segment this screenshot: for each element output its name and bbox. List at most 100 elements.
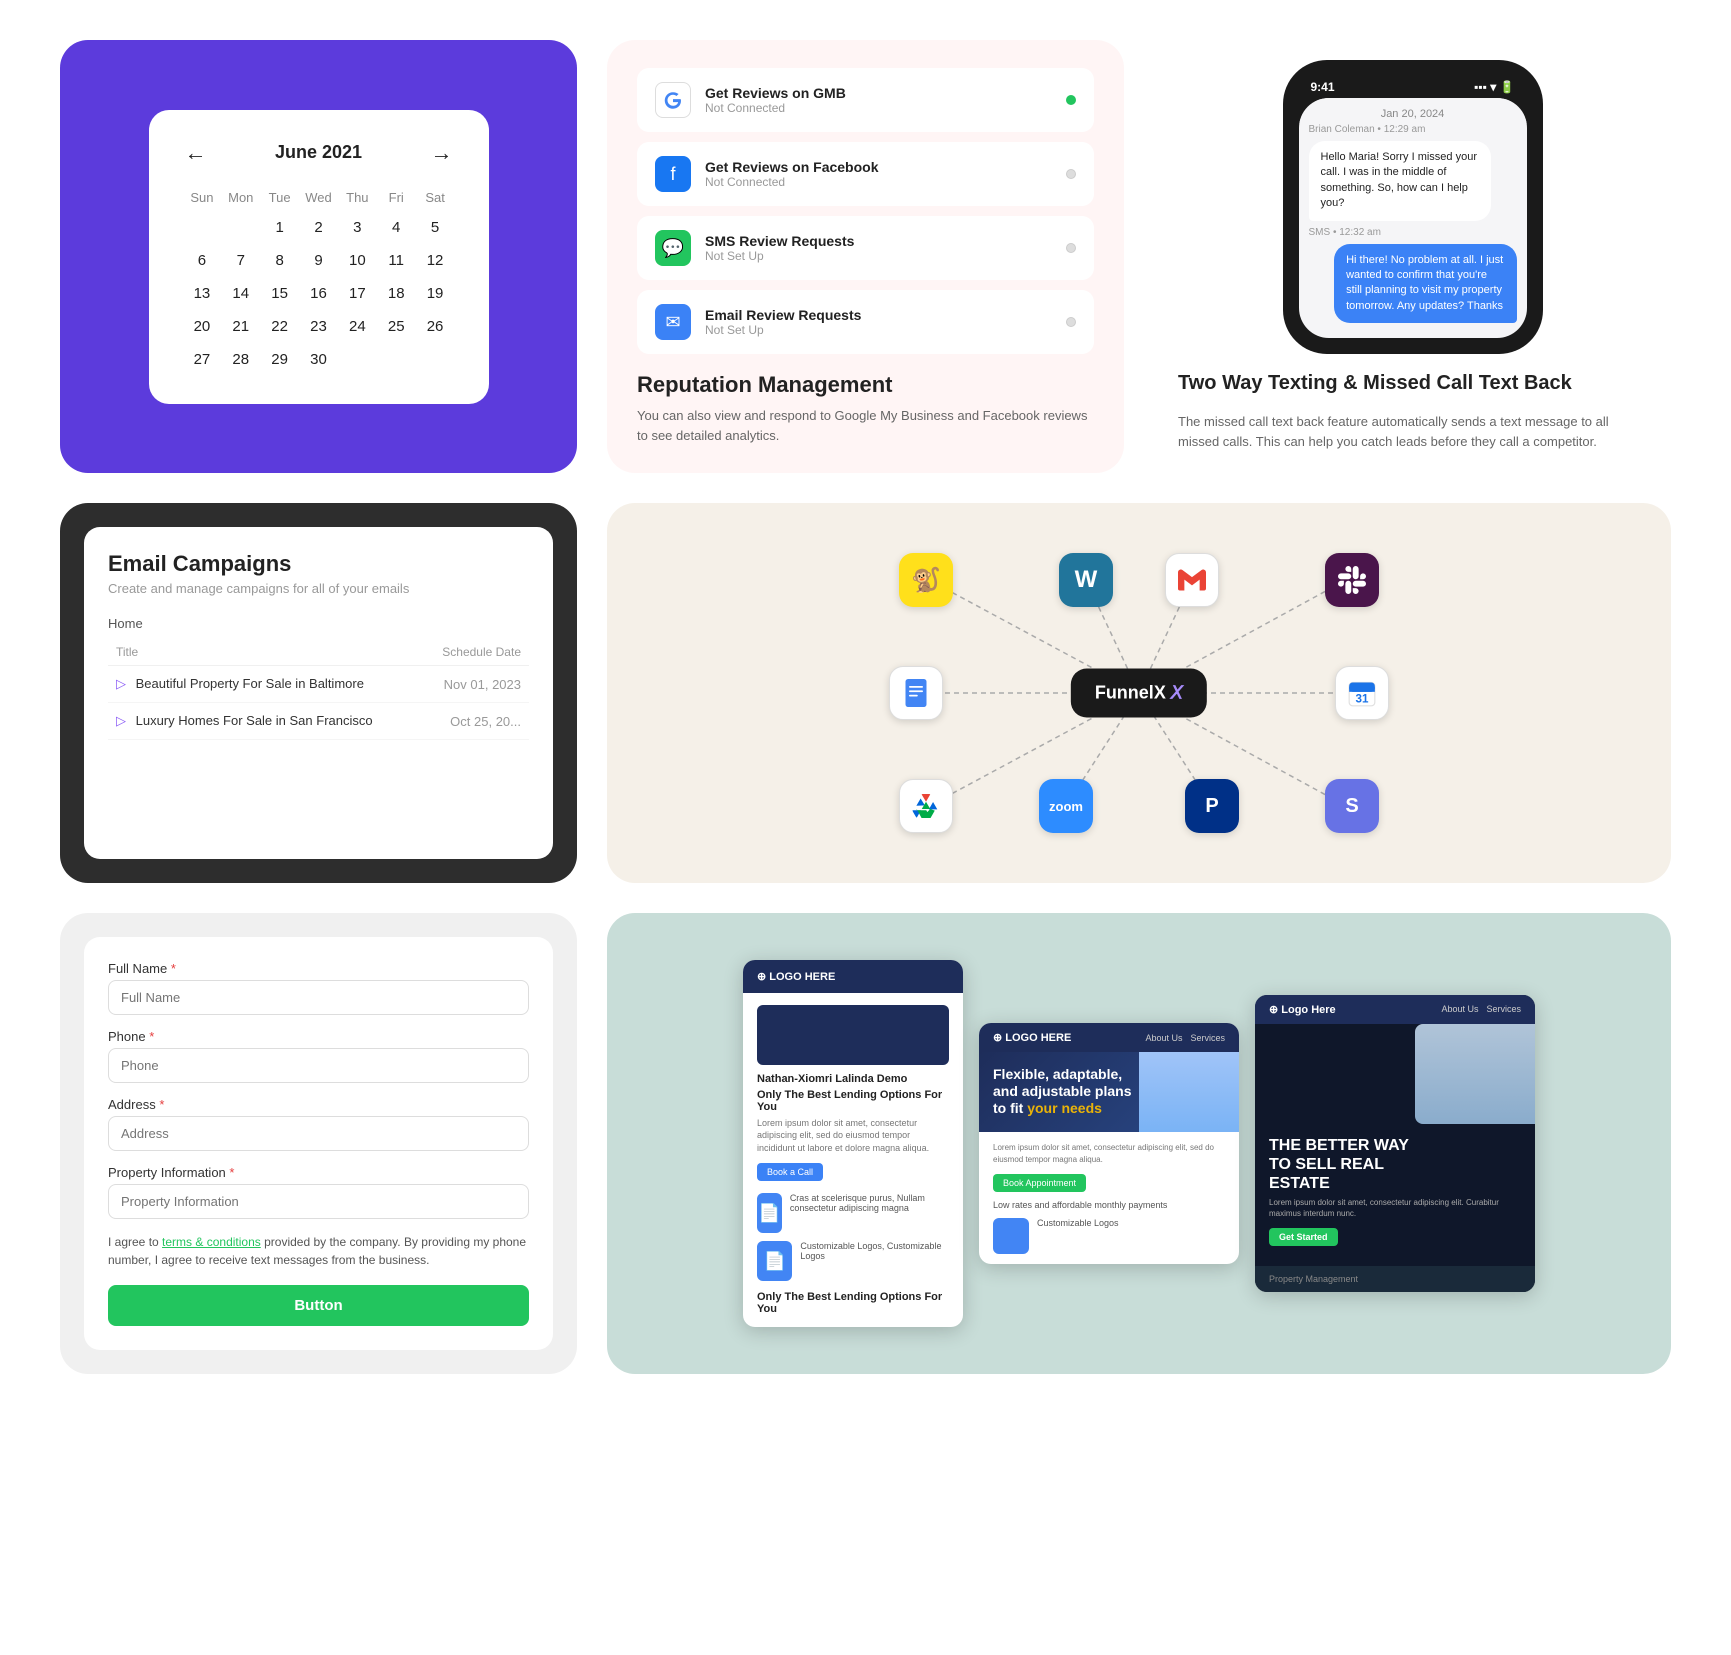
rep-item-email[interactable]: ✉ Email Review Requests Not Set Up [637,290,1094,354]
terms-link[interactable]: terms & conditions [162,1235,261,1249]
calendar-day[interactable]: 19 [418,279,453,308]
calendar-day[interactable]: 13 [185,279,220,308]
lp3-badge[interactable]: Get Started [1269,1228,1338,1246]
address-label: Address * [108,1097,529,1112]
lp3-nav: About Us Services [1441,1004,1521,1014]
campaign-send-icon2: ▷ [116,713,126,728]
lp1-header: ⊕ LOGO HERE [743,960,963,993]
phone-mockup: 9:41 ▪▪▪ ▾ 🔋 Jan 20, 2024 Brian Coleman … [1283,60,1543,354]
rep-item-facebook[interactable]: f Get Reviews on Facebook Not Connected [637,142,1094,206]
chat-sender: Brian Coleman • 12:29 am [1309,124,1517,135]
lp2-hero: Flexible, adaptable, and adjustable plan… [979,1052,1239,1132]
prev-month-button[interactable]: ← [185,140,207,166]
lead-form-card: Full Name * Phone * Address * Property I… [60,913,577,1374]
campaign-send-icon: ▷ [116,676,126,691]
chat-message-outgoing: Hi there! No problem at all. I just want… [1334,244,1516,324]
calendar-day[interactable]: 24 [340,312,375,341]
calendar-day[interactable]: 20 [185,312,220,341]
calendar-day[interactable]: 16 [301,279,336,308]
campaign-date-cell: Nov 01, 2023 [420,666,529,703]
calendar-day[interactable]: 11 [379,246,414,275]
calendar-day[interactable]: 27 [185,345,220,374]
lp1-cta-button[interactable]: Book a Call [757,1163,823,1181]
calendar-day[interactable]: 8 [262,246,297,275]
calendar-day[interactable]: 2 [301,213,336,242]
google-icon [655,82,691,118]
table-row[interactable]: ▷ Beautiful Property For Sale in Baltimo… [108,666,529,703]
calendar-header: ← June 2021 → [185,140,453,166]
required-marker: * [171,961,176,976]
status-dot-not-setup [1066,243,1076,253]
funnelx-icon: 𝘟 [1171,683,1183,703]
address-field: Address * [108,1097,529,1151]
calendar-day[interactable]: 17 [340,279,375,308]
reputation-description: You can also view and respond to Google … [637,406,1094,445]
calendar-day[interactable]: 25 [379,312,414,341]
lp1-feature-text2: Customizable Logos, Customizable Logos [800,1241,949,1281]
next-month-button[interactable]: → [431,140,453,166]
lp3-hero-image [1415,1024,1535,1124]
paypal-icon: P [1185,779,1239,833]
form-submit-button[interactable]: Button [108,1285,529,1326]
lp1-logo: ⊕ LOGO HERE [757,970,949,983]
form-agreement-text: I agree to terms & conditions provided b… [108,1233,529,1269]
calendar-day[interactable]: 29 [262,345,297,374]
day-header-sat: Sat [418,186,453,209]
rep-item-title: Get Reviews on Facebook [705,159,1052,175]
calendar-day[interactable]: 22 [262,312,297,341]
lp2-cta-button[interactable]: Book Appointment [993,1174,1086,1192]
calendar-day[interactable]: 21 [223,312,258,341]
calendar-day[interactable]: 28 [223,345,258,374]
lp1-feature-text: Cras at scelerisque purus, Nullam consec… [790,1193,949,1233]
required-marker2: * [149,1029,154,1044]
rep-item-gmb[interactable]: Get Reviews on GMB Not Connected [637,68,1094,132]
full-name-input[interactable] [108,980,529,1015]
lp3-footer: Property Management [1255,1266,1535,1292]
calendar-day[interactable]: 12 [418,246,453,275]
lp1-subheading: Nathan-Xiomri Lalinda Demo [757,1073,949,1085]
calendar-day[interactable]: 15 [262,279,297,308]
calendar-day[interactable]: 10 [340,246,375,275]
email-icon: ✉ [655,304,691,340]
calendar-day[interactable]: 14 [223,279,258,308]
calendar-day[interactable]: 9 [301,246,336,275]
lp3-nav-services: Services [1486,1004,1521,1014]
calendar-day[interactable]: 5 [418,213,453,242]
calendar-day[interactable]: 7 [223,246,258,275]
rep-item-sms[interactable]: 💬 SMS Review Requests Not Set Up [637,216,1094,280]
calendar-day[interactable]: 3 [340,213,375,242]
phone-field: Phone * [108,1029,529,1083]
phone-status-bar: 9:41 ▪▪▪ ▾ 🔋 [1299,76,1527,98]
lp3-heading: THE BETTER WAYTO SELL REALESTATE [1269,1136,1521,1194]
property-info-input[interactable] [108,1184,529,1219]
calendar-widget: ← June 2021 → Sun Mon Tue Wed Thu Fri Sa… [149,110,489,404]
lp1-hero-image [757,1005,949,1065]
address-input[interactable] [108,1116,529,1151]
status-dot-connected [1066,95,1076,105]
calendar-day[interactable]: 30 [301,345,336,374]
calendar-day[interactable]: 1 [262,213,297,242]
calendar-day[interactable]: 18 [379,279,414,308]
table-row[interactable]: ▷ Luxury Homes For Sale in San Francisco… [108,703,529,740]
lp2-nav-item: About Us [1145,1033,1182,1043]
calendar-day [340,345,375,374]
campaign-title-cell: ▷ Beautiful Property For Sale in Baltimo… [108,666,420,703]
lp2-nav: About Us Services [1145,1033,1225,1043]
lp2-nav-item2: Services [1190,1033,1225,1043]
calendar-day[interactable]: 26 [418,312,453,341]
status-dot-disconnected [1066,169,1076,179]
day-header-mon: Mon [223,186,258,209]
main-grid: ← June 2021 → Sun Mon Tue Wed Thu Fri Sa… [0,0,1731,1414]
calendar-card: ← June 2021 → Sun Mon Tue Wed Thu Fri Sa… [60,40,577,473]
landing-page-2: ⊕ LOGO HERE About Us Services Flexible, … [979,1023,1239,1263]
integrations-card: FunnelX 𝘟 🐒 W 31 zoom [607,503,1671,883]
calendar-day[interactable]: 4 [379,213,414,242]
lp1-only-text: Only The Best Lending Options For You [757,1291,949,1315]
day-header-wed: Wed [301,186,336,209]
campaign-title-cell: ▷ Luxury Homes For Sale in San Francisco [108,703,420,740]
calendar-day[interactable]: 23 [301,312,336,341]
reputation-card: Get Reviews on GMB Not Connected f Get R… [607,40,1124,473]
lp2-feature-text: Customizable Logos [1037,1218,1119,1254]
calendar-day[interactable]: 6 [185,246,220,275]
phone-input[interactable] [108,1048,529,1083]
